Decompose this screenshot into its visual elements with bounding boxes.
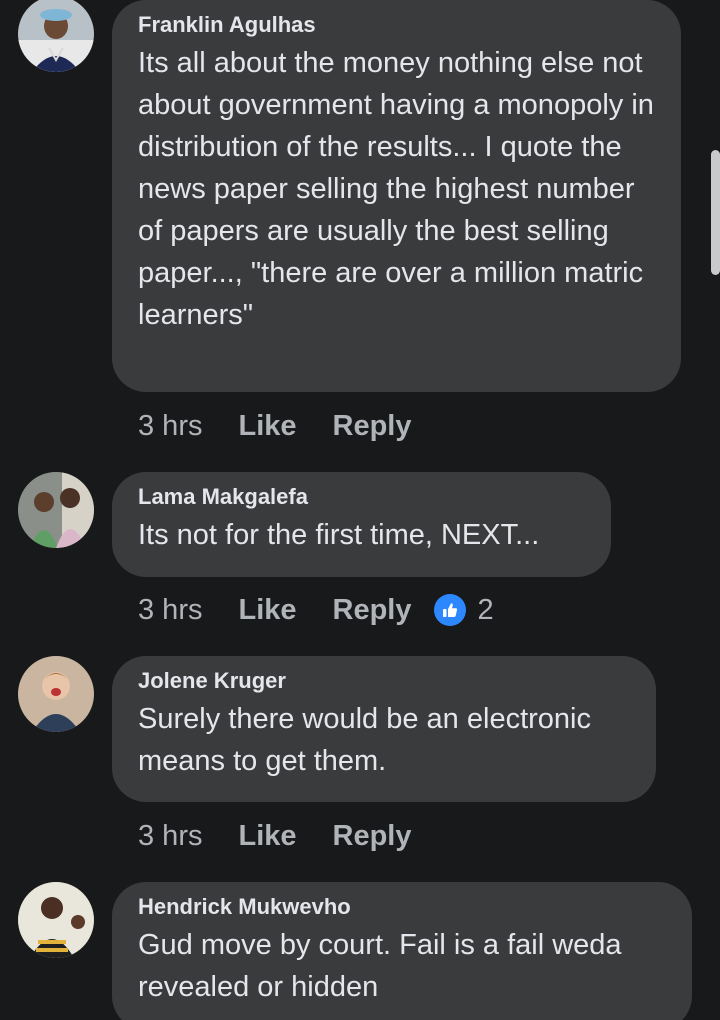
comment-author[interactable]: Jolene Kruger <box>138 666 630 696</box>
avatar[interactable] <box>18 656 94 732</box>
comment-bubble: Jolene Kruger Surely there would be an e… <box>112 656 656 802</box>
like-button[interactable]: Like <box>238 592 296 628</box>
reaction-summary[interactable]: 2 <box>433 592 494 628</box>
timestamp[interactable]: 3 hrs <box>138 818 202 854</box>
comment-actions: 3 hrs Like Reply <box>138 818 412 854</box>
user-photo-icon <box>18 882 94 958</box>
timestamp[interactable]: 3 hrs <box>138 408 202 444</box>
comments-thread: Franklin Agulhas Its all about the money… <box>0 0 720 1020</box>
avatar[interactable] <box>18 472 94 548</box>
comment-actions: 3 hrs Like Reply <box>138 408 412 444</box>
reaction-count: 2 <box>477 594 494 626</box>
comment-text: Its not for the first time, NEXT... <box>138 519 540 551</box>
comment-author[interactable]: Hendrick Mukwevho <box>138 892 666 922</box>
user-photo-icon <box>18 472 94 548</box>
reply-button[interactable]: Reply <box>333 818 412 854</box>
timestamp[interactable]: 3 hrs <box>138 592 202 628</box>
like-button[interactable]: Like <box>238 818 296 854</box>
comment-author[interactable]: Franklin Agulhas <box>138 10 655 40</box>
comment-author[interactable]: Lama Makgalefa <box>138 482 585 512</box>
comment-text: Gud move by court. Fail is a fail weda r… <box>138 929 622 1003</box>
comment-text: Surely there would be an electronic mean… <box>138 703 591 777</box>
comment-bubble: Franklin Agulhas Its all about the money… <box>112 0 681 392</box>
like-button[interactable]: Like <box>238 408 296 444</box>
reply-button[interactable]: Reply <box>333 592 412 628</box>
scrollbar[interactable] <box>711 150 720 275</box>
comment-actions: 3 hrs Like Reply 2 <box>138 592 494 628</box>
comment-bubble: Hendrick Mukwevho Gud move by court. Fai… <box>112 882 692 1020</box>
comment-text: Its all about the money nothing else not… <box>138 47 654 331</box>
user-photo-icon <box>18 0 94 72</box>
thumbs-up-icon <box>433 594 466 626</box>
avatar[interactable] <box>18 882 94 958</box>
avatar[interactable] <box>18 0 94 72</box>
reply-button[interactable]: Reply <box>333 408 412 444</box>
user-photo-icon <box>18 656 94 732</box>
comment-bubble: Lama Makgalefa Its not for the first tim… <box>112 472 611 577</box>
